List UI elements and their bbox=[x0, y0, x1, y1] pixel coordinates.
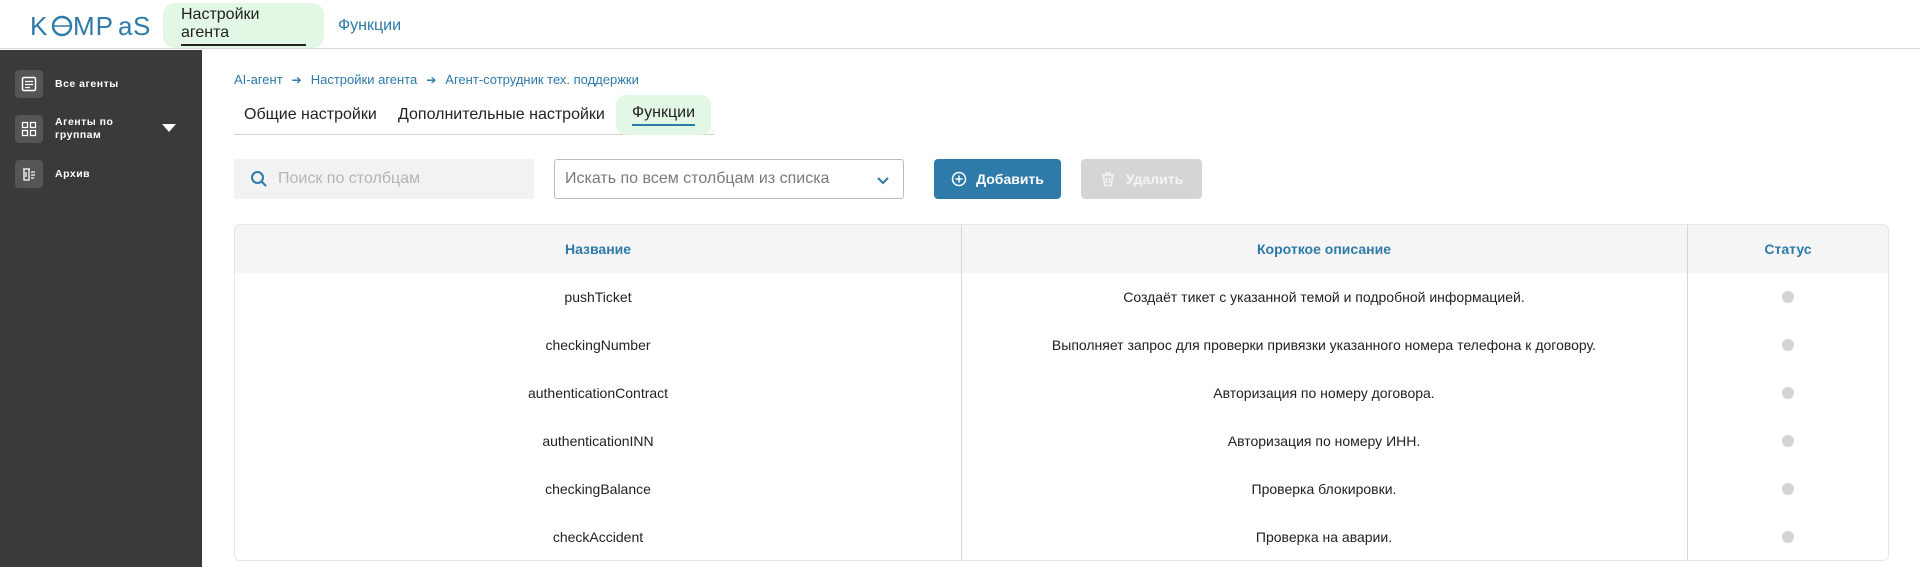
column-select-value: Искать по всем столбцам из списка bbox=[565, 170, 830, 187]
status-indicator bbox=[1782, 291, 1794, 303]
chevron-down-icon bbox=[877, 177, 889, 185]
table-header: Название Короткое описание Статус bbox=[235, 225, 1888, 273]
cell-name: checkAccident bbox=[552, 529, 644, 545]
cell-description: Проверка блокировки. bbox=[1251, 481, 1397, 497]
status-indicator bbox=[1782, 435, 1794, 447]
cell-description: Авторизация по номеру ИНН. bbox=[1227, 433, 1421, 449]
search-icon bbox=[251, 171, 267, 187]
cell-name: pushTicket bbox=[564, 289, 632, 305]
cell-name: authenticationContract bbox=[527, 385, 669, 401]
cell-description: Проверка на аварии. bbox=[1255, 529, 1393, 545]
svg-text:a: a bbox=[118, 11, 133, 41]
delete-button-label: Удалить bbox=[1125, 171, 1184, 187]
tab-general-settings[interactable]: Общие настройки bbox=[244, 95, 377, 135]
plus-circle-icon bbox=[951, 171, 967, 187]
cell-status bbox=[1687, 369, 1888, 417]
top-tab-agent-settings[interactable]: Настройки агента bbox=[163, 3, 324, 48]
tab-functions[interactable]: Функции bbox=[616, 95, 712, 135]
breadcrumb: AI-агент ➔ Настройки агента ➔ Агент-сотр… bbox=[234, 72, 639, 87]
sidebar-item-label: Все агенты bbox=[55, 77, 119, 90]
cell-name: checkingBalance bbox=[545, 481, 651, 497]
top-bar: K MP a S Настройки агента Функции bbox=[0, 0, 1920, 49]
cell-status bbox=[1687, 321, 1888, 369]
sidebar-item-label: Агенты по группам bbox=[55, 116, 114, 141]
trash-icon bbox=[1101, 172, 1114, 187]
cell-name: authenticationINN bbox=[542, 433, 654, 449]
table-row[interactable]: checkingBalance Проверка блокировки. bbox=[235, 465, 1888, 513]
tab-additional-settings[interactable]: Дополнительные настройки bbox=[398, 95, 605, 135]
logo: K MP a S bbox=[30, 11, 180, 41]
cell-status bbox=[1687, 465, 1888, 513]
svg-text:K: K bbox=[30, 11, 48, 41]
breadcrumb-item[interactable]: AI-агент bbox=[234, 72, 283, 87]
column-header-description[interactable]: Короткое описание bbox=[961, 225, 1687, 273]
chevron-down-icon[interactable] bbox=[162, 124, 176, 132]
archive-icon bbox=[15, 160, 43, 188]
column-header-name[interactable]: Название bbox=[235, 225, 961, 273]
sub-tabs: Общие настройки Дополнительные настройки… bbox=[234, 95, 714, 135]
cell-status bbox=[1687, 417, 1888, 465]
sidebar-item-label: Архив bbox=[55, 167, 91, 180]
search-box[interactable] bbox=[234, 159, 534, 199]
svg-text:S: S bbox=[133, 11, 151, 41]
cell-name: checkingNumber bbox=[545, 337, 651, 353]
table-row[interactable]: authenticationINN Авторизация по номеру … bbox=[235, 417, 1888, 465]
svg-text:MP: MP bbox=[73, 11, 114, 41]
sidebar-item-archive[interactable]: Архив bbox=[15, 160, 90, 188]
tab-label: Функции bbox=[632, 104, 696, 126]
tab-label: Общие настройки bbox=[244, 106, 377, 123]
top-tab-label: Функции bbox=[338, 16, 402, 34]
cell-description: Выполняет запрос для проверки привязки у… bbox=[1051, 337, 1597, 353]
table-row[interactable]: pushTicket Создаёт тикет с указанной тем… bbox=[235, 273, 1888, 321]
table-row[interactable]: checkingNumber Выполняет запрос для пров… bbox=[235, 321, 1888, 369]
arrow-right-icon: ➔ bbox=[291, 72, 302, 87]
add-button-label: Добавить bbox=[976, 171, 1044, 187]
functions-table: Название Короткое описание Статус pushTi… bbox=[234, 224, 1889, 561]
search-input[interactable] bbox=[278, 170, 528, 188]
top-tab-label: Настройки агента bbox=[181, 6, 306, 46]
status-indicator bbox=[1782, 339, 1794, 351]
tab-label: Дополнительные настройки bbox=[398, 106, 605, 123]
table-row[interactable]: checkAccident Проверка на аварии. bbox=[235, 513, 1888, 560]
cell-status bbox=[1687, 273, 1888, 321]
sidebar-item-all-agents[interactable]: Все агенты bbox=[15, 70, 119, 98]
table-row[interactable]: authenticationContract Авторизация по но… bbox=[235, 369, 1888, 417]
add-button[interactable]: Добавить bbox=[934, 159, 1061, 199]
document-list-icon bbox=[15, 70, 43, 98]
breadcrumb-item[interactable]: Настройки агента bbox=[311, 72, 418, 87]
kompas-logo-icon: K MP a S bbox=[30, 11, 151, 41]
delete-button[interactable]: Удалить bbox=[1081, 159, 1202, 199]
cell-description: Авторизация по номеру договора. bbox=[1213, 385, 1435, 401]
column-select[interactable]: Искать по всем столбцам из списка bbox=[554, 159, 904, 199]
top-tab-functions[interactable]: Функции bbox=[320, 3, 419, 48]
status-indicator bbox=[1782, 387, 1794, 399]
sidebar-item-agents-by-groups[interactable]: Агенты по группам bbox=[15, 115, 176, 143]
breadcrumb-item[interactable]: Агент-сотрудник тех. поддержки bbox=[445, 72, 639, 87]
status-indicator bbox=[1782, 531, 1794, 543]
column-header-status[interactable]: Статус bbox=[1687, 225, 1888, 273]
arrow-right-icon: ➔ bbox=[426, 72, 437, 87]
cell-description: Создаёт тикет с указанной темой и подроб… bbox=[1123, 289, 1525, 305]
status-indicator bbox=[1782, 483, 1794, 495]
grid-icon bbox=[15, 115, 43, 143]
cell-status bbox=[1687, 513, 1888, 560]
sidebar: Все агенты Агенты по группам Архив bbox=[0, 50, 202, 567]
